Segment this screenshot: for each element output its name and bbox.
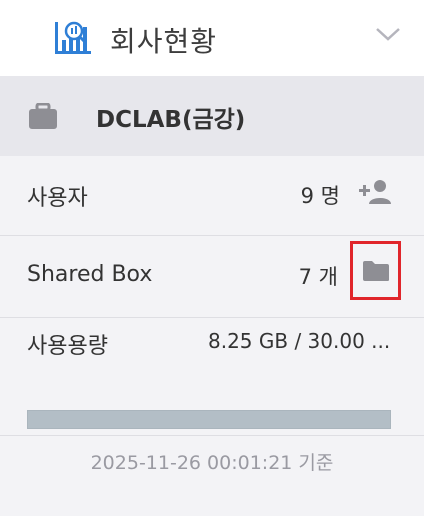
shared-box-count: 7 개 [298,265,338,289]
usage-value: 8.25 GB / 30.00 ... [208,329,391,353]
shared-box-folder-button[interactable] [350,241,401,300]
briefcase-icon [29,103,57,129]
users-label: 사용자 [27,186,88,211]
folder-icon [363,261,389,281]
last-updated-timestamp: 2025-11-26 00:01:21 기준 [90,452,334,474]
company-status-header[interactable]: 회사현황 [0,0,424,76]
add-user-icon[interactable] [358,178,392,206]
chart-search-icon [55,21,91,54]
usage-progress-bar [27,410,391,429]
usage-label: 사용용량 [27,334,108,359]
company-name: DCLAB(금강) [96,107,246,133]
shared-box-label: Shared Box [27,262,153,287]
chevron-down-icon[interactable] [374,24,402,44]
company-selector[interactable]: DCLAB(금강) [0,76,424,156]
storage-usage-row: 사용용량 8.25 GB / 30.00 ... [0,318,424,436]
usage-progress-fill [28,411,128,428]
page-title: 회사현황 [110,25,218,58]
users-count: 9 명 [300,184,340,208]
